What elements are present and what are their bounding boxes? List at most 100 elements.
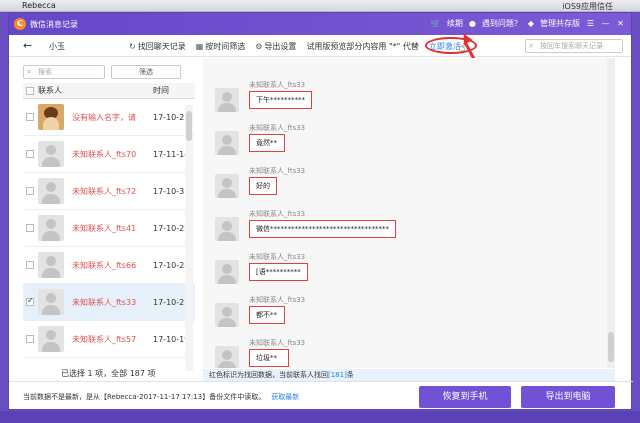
avatar bbox=[215, 88, 239, 112]
trial-notice: 试用版预览部分内容用 "*" 代替 bbox=[306, 42, 419, 51]
message-sender: 未知联系人_fts33 bbox=[249, 124, 306, 132]
export-to-pc-button[interactable]: 导出到电脑 bbox=[521, 386, 615, 408]
contact-list-scrollbar[interactable] bbox=[185, 105, 193, 371]
avatar bbox=[38, 104, 64, 130]
top-strip: iOS9应用信任 bbox=[562, 1, 613, 12]
contact-name: 未知联系人_fts66 bbox=[72, 260, 137, 270]
message-sender: 未知联系人_fts33 bbox=[249, 253, 306, 261]
avatar bbox=[215, 217, 239, 241]
contact-name: 未知联系人_fts41 bbox=[72, 223, 137, 233]
share-link[interactable]: 管理共存版 bbox=[540, 18, 580, 29]
contact-checkbox[interactable] bbox=[26, 187, 34, 195]
titlebar-actions: 🛒 续期 ● 遇到问题？ ◆ 管理共存版 ☰ — ✕ bbox=[431, 18, 625, 29]
contact-rows: 没有输入名字，请 17-10-27 未知联系人_fts70 17-11-14 未知联系人… bbox=[23, 99, 195, 358]
retrieve-label: 找回聊天记录 bbox=[137, 42, 186, 51]
contact-list-header: 联系人 时间 bbox=[23, 83, 195, 99]
message-bubble: 竟然** bbox=[249, 134, 285, 152]
footer-strip bbox=[0, 411, 640, 423]
message-sender: 未知联系人_fts33 bbox=[249, 167, 306, 175]
contact-checkbox[interactable] bbox=[26, 261, 34, 269]
notice-prefix: 红色标识为找回数据，当前联系人找回 bbox=[209, 371, 328, 379]
backup-info-text: 当前数据不是最新，是从【Rebecca-2017-11-17 17:13】备份文… bbox=[23, 393, 266, 401]
contact-row[interactable]: 未知联系人_fts70 17-11-14 bbox=[23, 136, 195, 173]
contact-name: 没有输入名字，请 bbox=[72, 112, 136, 122]
select-all-checkbox[interactable] bbox=[26, 86, 34, 95]
notice-suffix: 条 bbox=[346, 371, 354, 379]
column-time: 时间 bbox=[153, 86, 169, 95]
contact-list-panel: ⌕ 搜索 筛选 联系人 时间 没有输入名字，请 17-10-27 未知联系人_fts… bbox=[23, 65, 195, 365]
outer-window-titlebar: Rebecca bbox=[0, 0, 640, 12]
avatar bbox=[215, 346, 239, 368]
avatar bbox=[38, 141, 64, 167]
message-bubble: 都不** bbox=[249, 306, 285, 324]
avatar bbox=[38, 178, 64, 204]
bottom-bar: 当前数据不是最新，是从【Rebecca-2017-11-17 17:13】备份文… bbox=[9, 381, 633, 411]
notice-count: [181] bbox=[328, 371, 347, 379]
gear-icon: ⚙ bbox=[255, 42, 263, 51]
time-filter-button[interactable]: ▦ 按时间筛选 bbox=[196, 41, 246, 52]
column-contact: 联系人 bbox=[38, 86, 62, 95]
help-link[interactable]: 遇到问题？ bbox=[482, 18, 522, 29]
contact-row[interactable]: 未知联系人_fts57 17-10-19 bbox=[23, 321, 195, 358]
avatar bbox=[38, 252, 64, 278]
menu-icon[interactable]: ☰ bbox=[586, 19, 595, 28]
back-arrow-icon[interactable]: ← bbox=[23, 39, 32, 52]
filter-button[interactable]: 筛选 bbox=[111, 65, 181, 79]
chat-scrollbar[interactable] bbox=[607, 58, 615, 368]
cart-icon: 🛒 bbox=[430, 19, 441, 28]
renew-link[interactable]: 续期 bbox=[447, 18, 463, 29]
close-icon[interactable]: ✕ bbox=[616, 19, 625, 28]
chat-panel: 未知联系人_fts33 下午********** 未知联系人_fts33 竟然** 未知… bbox=[203, 58, 615, 368]
app-titlebar: C 微信消息记录 🛒 续期 ● 遇到问题？ ◆ 管理共存版 ☰ — ✕ bbox=[9, 13, 631, 35]
contact-checkbox[interactable] bbox=[26, 224, 34, 232]
avatar bbox=[215, 303, 239, 327]
scrollbar-thumb[interactable] bbox=[608, 332, 614, 362]
chat-search-placeholder: 按回车搜索聊天记录 bbox=[540, 42, 603, 50]
avatar bbox=[215, 260, 239, 284]
search-icon: ⌕ bbox=[27, 67, 32, 76]
calendar-icon: ▦ bbox=[195, 42, 204, 51]
contact-row[interactable]: 没有输入名字，请 17-10-27 bbox=[23, 99, 195, 136]
backup-info: 当前数据不是最新，是从【Rebecca-2017-11-17 17:13】备份文… bbox=[23, 392, 299, 402]
contact-name: 未知联系人_fts57 bbox=[72, 334, 137, 344]
refresh-icon: ↻ bbox=[129, 42, 136, 51]
search-icon: ⌕ bbox=[529, 41, 534, 50]
contact-name: 未知联系人_fts70 bbox=[72, 149, 137, 159]
contact-search-input[interactable]: ⌕ 搜索 bbox=[23, 65, 105, 79]
scrollbar-thumb[interactable] bbox=[186, 111, 192, 141]
export-settings-button[interactable]: ⚙ 导出设置 bbox=[255, 41, 296, 52]
message-bubble: 垃圾** bbox=[249, 349, 289, 367]
message-sender: 未知联系人_fts33 bbox=[249, 81, 306, 89]
message-sender: 未知联系人_fts33 bbox=[249, 296, 306, 304]
contact-row[interactable]: 未知联系人_fts41 17-10-28 bbox=[23, 210, 195, 247]
share-icon: ◆ bbox=[527, 19, 534, 28]
app-title: 微信消息记录 bbox=[30, 20, 78, 29]
avatar bbox=[38, 289, 64, 315]
export-settings-label: 导出设置 bbox=[264, 42, 297, 51]
message-bubble: [语********** bbox=[249, 263, 308, 281]
contact-checkbox[interactable] bbox=[26, 296, 34, 306]
retrieve-button[interactable]: ↻ 找回聊天记录 bbox=[129, 41, 186, 52]
outer-window-title: Rebecca bbox=[22, 1, 56, 10]
contact-name: 未知联系人_fts72 bbox=[72, 186, 137, 196]
avatar bbox=[215, 174, 239, 198]
contact-row[interactable]: 未知联系人_fts72 17-10-31 bbox=[23, 173, 195, 210]
toolbar: ← 小玉 ↻ 找回聊天记录 ▦ 按时间筛选 ⚙ 导出设置 试用版预览部分内容用 "*"… bbox=[9, 35, 631, 57]
restore-to-phone-button[interactable]: 恢复到手机 bbox=[419, 386, 511, 408]
avatar bbox=[215, 131, 239, 155]
message-bubble: 微信********************************** bbox=[249, 220, 396, 238]
contact-row[interactable]: 未知联系人_fts66 17-10-28 bbox=[23, 247, 195, 284]
message-sender: 未知联系人_fts33 bbox=[249, 339, 306, 347]
message-bubble: 好的 bbox=[249, 177, 277, 195]
minimize-icon[interactable]: — bbox=[601, 19, 610, 28]
chat-search-input[interactable]: ⌕ 按回车搜索聊天记录 bbox=[525, 39, 623, 53]
contact-checkbox[interactable] bbox=[26, 113, 34, 121]
ios-trust-label[interactable]: iOS9应用信任 bbox=[562, 1, 613, 12]
contact-row[interactable]: 未知联系人_fts3317-10-21 bbox=[23, 284, 195, 321]
refresh-link[interactable]: 获取最新 bbox=[271, 393, 299, 401]
contact-filter-row: ⌕ 搜索 筛选 bbox=[23, 65, 195, 81]
current-contact-name: 小玉 bbox=[49, 42, 65, 51]
toolbar-items: ↻ 找回聊天记录 ▦ 按时间筛选 ⚙ 导出设置 试用版预览部分内容用 "*" 代替 立… bbox=[129, 41, 461, 52]
contact-checkbox[interactable] bbox=[26, 335, 34, 343]
contact-checkbox[interactable] bbox=[26, 150, 34, 158]
